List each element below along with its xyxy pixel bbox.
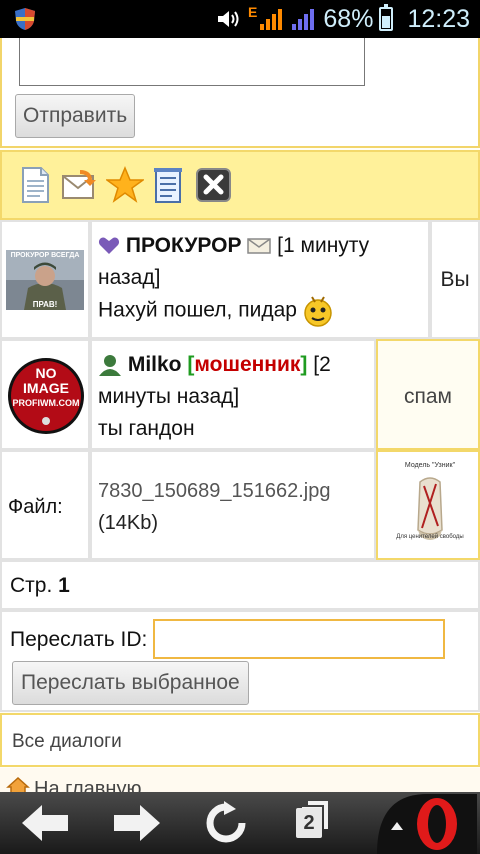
tabs-count: 2 bbox=[296, 808, 322, 838]
user-icon bbox=[99, 355, 121, 377]
own-message-label: Вы bbox=[440, 268, 470, 291]
forward-id-label: Переслать ID: bbox=[10, 628, 148, 651]
file-label: Файл: bbox=[8, 496, 63, 518]
file-name-link[interactable]: 7830_150689_151662.jpg bbox=[98, 480, 330, 503]
battery-percent: 68% bbox=[323, 4, 374, 33]
file-label-cell: Файл: bbox=[0, 450, 90, 560]
message-body: Milko [мошенник] [2 минуты назад] ты ган… bbox=[98, 349, 368, 445]
sender-nick[interactable]: Milko bbox=[128, 353, 182, 376]
message-text: ты гандон bbox=[98, 417, 195, 440]
current-page: 1 bbox=[58, 574, 70, 597]
message-body: ПРОКУРОР [1 минуту назад] Нахуй пошел, п… bbox=[98, 230, 422, 328]
file-thumb-cell: Модель "Узник" Для ценителей свободы bbox=[376, 450, 480, 560]
all-dialogs-label: Все диалоги bbox=[12, 731, 122, 752]
forward-nav-button[interactable] bbox=[96, 792, 176, 854]
pagination-label: Стр. bbox=[10, 574, 53, 597]
arrow-left-icon bbox=[22, 805, 68, 841]
action-toolbar bbox=[0, 150, 480, 220]
star-icon[interactable] bbox=[106, 166, 144, 204]
reload-button[interactable] bbox=[186, 792, 266, 854]
file-row: Файл: 7830_150689_151662.jpg (14Kb) Моде… bbox=[0, 450, 480, 560]
mail-forward-icon[interactable] bbox=[60, 166, 98, 204]
signal-strength-2-icon bbox=[292, 9, 315, 30]
message-side-cell: Вы bbox=[430, 220, 480, 339]
file-size: (14Kb) bbox=[98, 512, 159, 534]
message-row: NO IMAGE PROFIWM.COM Milko [мошенник] [2… bbox=[0, 339, 480, 450]
avatar-placeholder-line: NO bbox=[35, 365, 57, 381]
avatar-caption-top: ПРОКУРОР ВСЕГДА bbox=[10, 252, 80, 259]
signal-strength-icon bbox=[260, 9, 283, 30]
heart-icon bbox=[98, 237, 120, 255]
delete-icon[interactable] bbox=[195, 166, 233, 204]
thumb-caption: Для ценителей свободы bbox=[396, 534, 464, 540]
back-button[interactable] bbox=[6, 792, 86, 854]
network-type-icon: E bbox=[248, 4, 258, 20]
compose-panel: Отправить bbox=[0, 38, 480, 148]
message-text: Нахуй пошел, пидар bbox=[98, 298, 297, 322]
send-button[interactable]: Отправить bbox=[15, 94, 136, 138]
envelope-icon bbox=[247, 238, 272, 255]
avatar-placeholder-line: PROFIWM.COM bbox=[12, 398, 80, 408]
forward-selected-button[interactable]: Переслать выбранное bbox=[12, 661, 249, 705]
thumb-title: Модель "Узник" bbox=[404, 462, 456, 469]
forward-id-input[interactable] bbox=[153, 619, 445, 659]
pagination-text: Стр. 1 bbox=[10, 574, 70, 598]
status-bar: E 68% 12:23 bbox=[0, 0, 480, 38]
opera-logo-icon bbox=[377, 794, 477, 854]
notepad-icon[interactable] bbox=[150, 166, 188, 204]
spam-link[interactable]: спам bbox=[378, 385, 478, 409]
avatar-cell: ПРОКУРОР ВСЕГДА ПРАВ! bbox=[0, 220, 90, 339]
browser-nav-bar bbox=[0, 792, 480, 854]
reload-icon bbox=[206, 801, 246, 843]
clock: 12:23 bbox=[407, 4, 470, 33]
smiley-icon bbox=[304, 296, 332, 327]
volume-icon bbox=[218, 11, 239, 27]
file-info-cell: 7830_150689_151662.jpg (14Kb) bbox=[90, 450, 376, 560]
forward-panel: Переслать ID: Переслать выбранное bbox=[0, 610, 480, 712]
message-row: ПРОКУРОР ВСЕГДА ПРАВ! ПРОКУРОР [1 минуту… bbox=[0, 220, 480, 339]
sender-nick[interactable]: ПРОКУРОР bbox=[126, 234, 242, 257]
tag-bracket: ] bbox=[300, 353, 308, 376]
message-side-cell: спам bbox=[376, 339, 480, 450]
avatar-caption-bottom: ПРАВ! bbox=[32, 300, 58, 309]
fraud-tag: мошенник bbox=[194, 353, 301, 376]
avatar-cell: NO IMAGE PROFIWM.COM bbox=[0, 339, 90, 450]
security-shield-icon bbox=[15, 8, 35, 30]
pagination: Стр. 1 bbox=[0, 560, 480, 610]
arrow-right-icon bbox=[114, 805, 160, 841]
avatar-placeholder-line: IMAGE bbox=[23, 380, 69, 396]
opera-menu-button[interactable] bbox=[364, 792, 480, 854]
message-textarea[interactable] bbox=[19, 38, 365, 86]
message-body-cell: Milko [мошенник] [2 минуты назад] ты ган… bbox=[90, 339, 376, 450]
message-body-cell: ПРОКУРОР [1 минуту назад] Нахуй пошел, п… bbox=[90, 220, 430, 339]
document-icon[interactable] bbox=[16, 166, 54, 204]
all-dialogs-link[interactable]: Все диалоги bbox=[0, 713, 480, 767]
battery-icon bbox=[379, 4, 394, 31]
